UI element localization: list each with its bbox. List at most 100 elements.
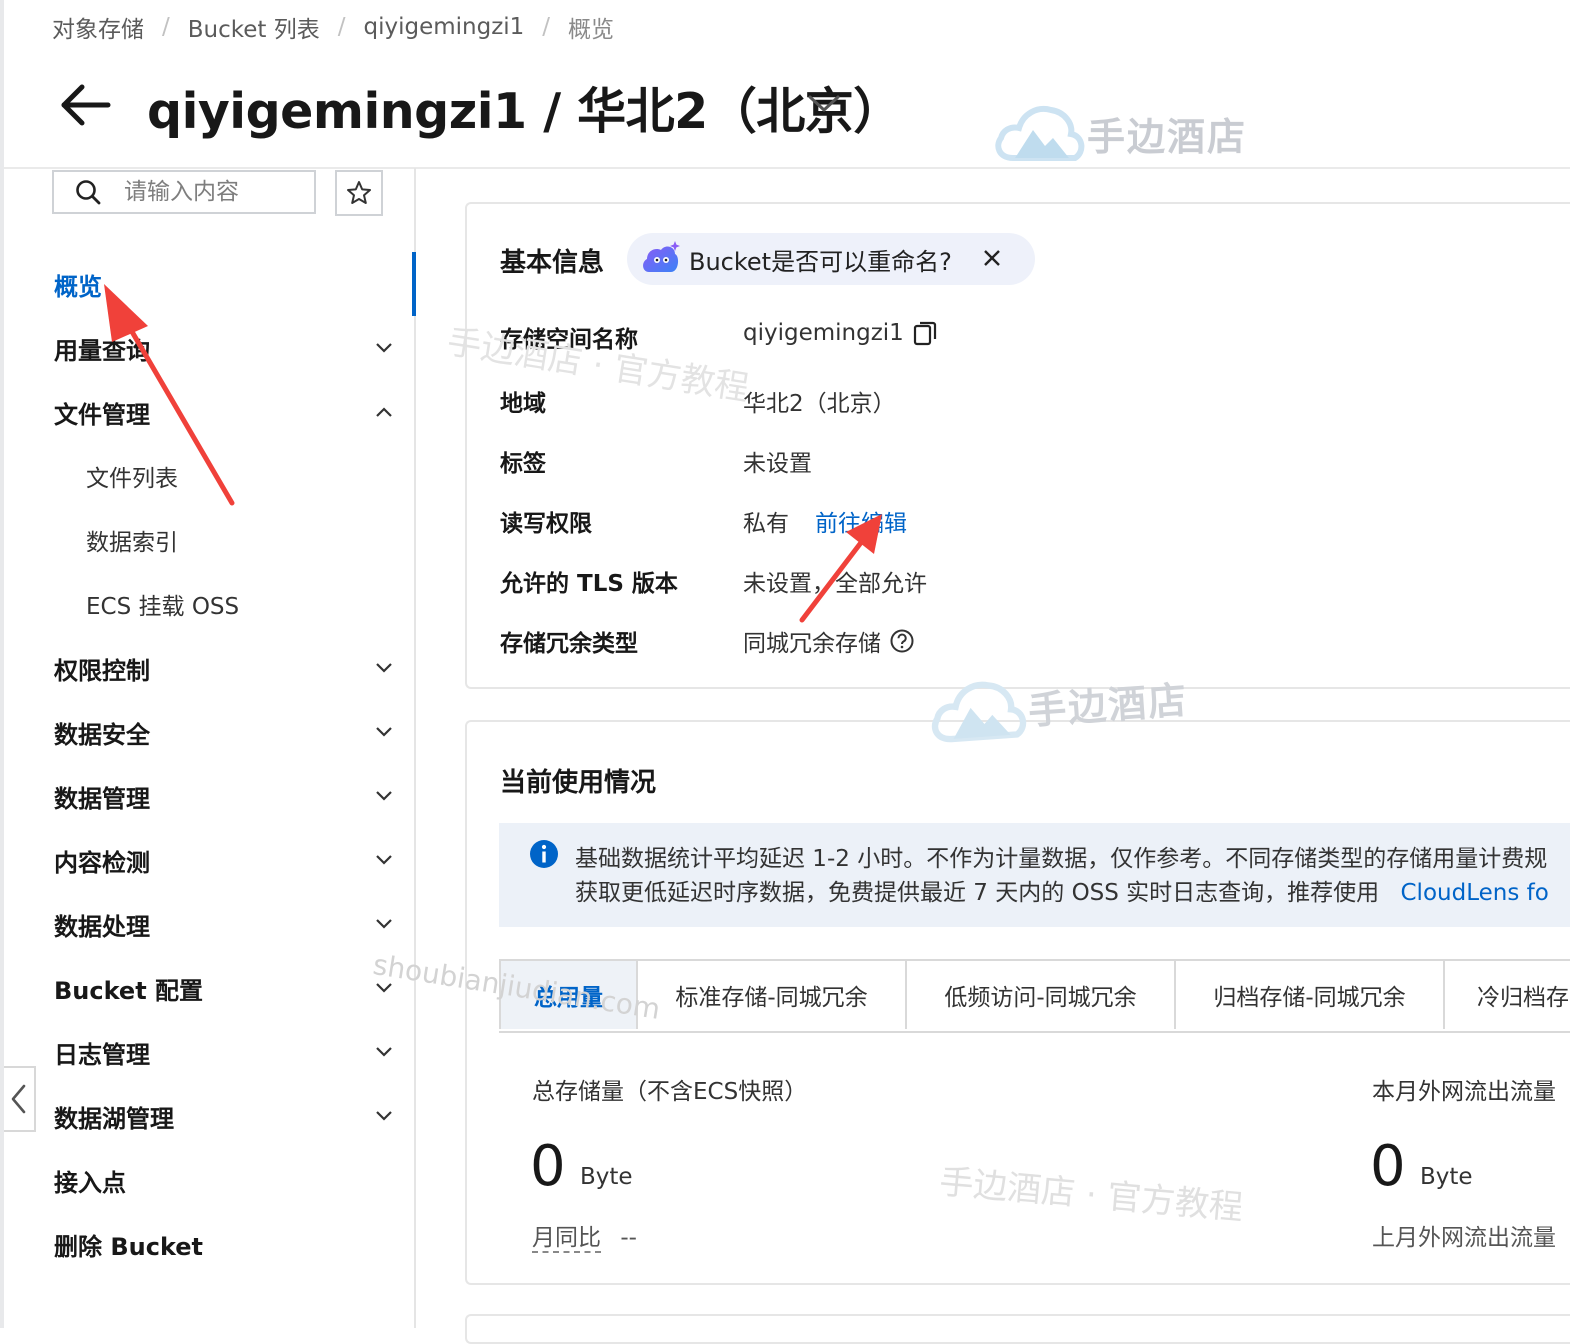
sidebar-item-data-management[interactable]: 数据管理 <box>54 776 394 816</box>
chevron-down-icon <box>376 663 392 673</box>
ai-assistant-icon <box>643 241 680 272</box>
tab-standard-storage[interactable]: 标准存储-同城冗余 <box>636 959 907 1029</box>
outbound-traffic-value: 0 <box>1370 1134 1406 1199</box>
page-title: qiyigemingzi1 / 华北2（北京） <box>147 83 902 140</box>
cloudlens-link[interactable]: CloudLens fo <box>1401 880 1549 906</box>
sidebar-item-label: 数据安全 <box>54 720 150 749</box>
usage-title: 当前使用情况 <box>500 768 657 798</box>
sidebar-item-file-management[interactable]: 文件管理 <box>54 392 394 432</box>
info-label-acl: 读写权限 <box>500 511 592 537</box>
sidebar-item-delete-bucket[interactable]: 删除 Bucket <box>54 1224 394 1264</box>
tab-archive-storage[interactable]: 归档存储-同城冗余 <box>1174 959 1445 1029</box>
next-card <box>465 1314 1570 1344</box>
sidebar-item-data-processing[interactable]: 数据处理 <box>54 904 394 944</box>
sidebar-divider <box>414 168 416 1328</box>
sidebar-item-overview[interactable]: 概览 <box>54 264 394 304</box>
sidebar-item-label: 数据管理 <box>54 784 150 813</box>
sidebar-item-label: 接入点 <box>54 1168 126 1197</box>
chevron-down-icon <box>376 919 392 929</box>
outbound-traffic-unit: Byte <box>1420 1164 1473 1190</box>
chevron-down-icon <box>376 983 392 993</box>
sidebar-item-label: Bucket 配置 <box>54 976 204 1005</box>
tab-total-usage[interactable]: 总用量 <box>499 959 638 1029</box>
redundancy-value-text: 同城冗余存储 <box>743 631 881 657</box>
sidebar-item-data-security[interactable]: 数据安全 <box>54 712 394 752</box>
chevron-down-icon <box>376 791 392 801</box>
sidebar-item-label: 数据处理 <box>54 912 150 941</box>
sidebar-item-access-control[interactable]: 权限控制 <box>54 648 394 688</box>
breadcrumb-item-current: 概览 <box>568 17 615 43</box>
breadcrumb-separator: / <box>337 14 346 40</box>
info-value-region: 华北2（北京） <box>743 391 896 417</box>
breadcrumb-item-bucket[interactable]: qiyigemingzi1 <box>363 14 524 40</box>
info-value-tls: 未设置，全部允许 <box>743 571 927 597</box>
basic-info-title: 基本信息 <box>500 248 605 278</box>
watermark-cloud-icon <box>995 106 1085 161</box>
sidebar-subitem-data-index[interactable]: 数据索引 <box>86 520 178 560</box>
breadcrumb-item-bucket-list[interactable]: Bucket 列表 <box>188 10 320 44</box>
favorite-button[interactable] <box>335 170 383 216</box>
info-icon <box>530 840 558 868</box>
notice-line-2: 获取更低延迟时序数据，免费提供最近 7 天内的 OSS 实时日志查询，推荐使用 … <box>575 873 1549 907</box>
sidebar-item-label: 数据湖管理 <box>54 1104 174 1133</box>
sidebar-item-label: 日志管理 <box>54 1040 150 1069</box>
back-arrow-icon[interactable] <box>58 80 112 130</box>
breadcrumb-item-oss[interactable]: 对象存储 <box>52 10 144 44</box>
sidebar-subitem-file-list[interactable]: 文件列表 <box>86 456 178 496</box>
breadcrumb-separator: / <box>542 14 551 40</box>
ai-question-chip[interactable]: Bucket是否可以重命名? <box>627 233 1035 285</box>
info-value-acl: 私有 前往编辑 <box>743 504 907 538</box>
outbound-traffic-label: 本月外网流出流量 <box>1372 1079 1556 1105</box>
header-divider <box>4 167 1570 169</box>
chevron-down-icon <box>376 1111 392 1121</box>
sidebar-collapse-button[interactable] <box>4 1066 36 1132</box>
sidebar-item-label: 概览 <box>54 272 102 301</box>
total-storage-unit: Byte <box>580 1164 633 1190</box>
watermark-logo: 手边酒店 <box>993 100 1247 166</box>
region-dropdown-chevron-icon[interactable] <box>806 88 842 118</box>
info-value-bucket-name: qiyigemingzi1 <box>743 320 938 346</box>
info-label-region: 地域 <box>500 391 546 417</box>
mom-label[interactable]: 月同比 <box>532 1225 601 1253</box>
help-icon[interactable] <box>889 628 915 654</box>
usage-notice: 基础数据统计平均延迟 1-2 小时。不作为计量数据，仅作参考。不同存储类型的存储… <box>499 823 1570 927</box>
tab-cold-archive[interactable]: 冷归档存 <box>1443 959 1570 1029</box>
search-icon <box>76 180 101 205</box>
sidebar-item-label: 内容检测 <box>54 848 150 877</box>
info-value-tags: 未设置 <box>743 451 812 477</box>
total-storage-value: 0 <box>530 1134 566 1199</box>
sidebar-item-content-detection[interactable]: 内容检测 <box>54 840 394 880</box>
info-value-redundancy: 同城冗余存储 <box>743 624 915 658</box>
ai-question-text: Bucket是否可以重命名? <box>689 247 952 276</box>
copy-icon[interactable] <box>912 320 938 346</box>
info-label-bucket-name: 存储空间名称 <box>500 327 638 353</box>
sidebar-active-indicator <box>412 252 416 316</box>
acl-value-text: 私有 <box>743 511 789 537</box>
sidebar-item-label: 用量查询 <box>54 336 150 365</box>
chevron-down-icon <box>376 855 392 865</box>
total-storage-label: 总存储量（不含ECS快照） <box>532 1079 808 1105</box>
tab-infrequent-access[interactable]: 低频访问-同城冗余 <box>905 959 1176 1029</box>
sidebar-item-access-point[interactable]: 接入点 <box>54 1160 394 1200</box>
sidebar-item-usage-query[interactable]: 用量查询 <box>54 328 394 368</box>
edit-acl-link[interactable]: 前往编辑 <box>815 504 907 538</box>
sidebar-item-label: 删除 Bucket <box>54 1232 204 1261</box>
breadcrumb-separator: / <box>162 14 170 40</box>
search-input[interactable] <box>122 178 296 206</box>
mom-value: -- <box>620 1225 637 1251</box>
sidebar-item-data-lake[interactable]: 数据湖管理 <box>54 1096 394 1136</box>
sidebar-subitem-ecs-mount[interactable]: ECS 挂载 OSS <box>86 584 239 624</box>
sidebar-item-label: 权限控制 <box>54 656 150 685</box>
chevron-up-icon <box>376 407 392 417</box>
chevron-left-icon <box>11 1084 26 1114</box>
watermark-logo-text: 手边酒店 <box>1087 114 1248 159</box>
sidebar-item-bucket-config[interactable]: Bucket 配置 <box>54 968 394 1008</box>
close-icon[interactable] <box>981 247 1003 269</box>
notice-line-1: 基础数据统计平均延迟 1-2 小时。不作为计量数据，仅作参考。不同存储类型的存储… <box>575 846 1548 872</box>
chevron-down-icon <box>376 727 392 737</box>
sidebar-search[interactable] <box>52 170 316 214</box>
bucket-name-text: qiyigemingzi1 <box>743 320 904 346</box>
sidebar-item-log-management[interactable]: 日志管理 <box>54 1032 394 1072</box>
chevron-down-icon <box>376 343 392 353</box>
info-label-redundancy: 存储冗余类型 <box>500 631 638 657</box>
